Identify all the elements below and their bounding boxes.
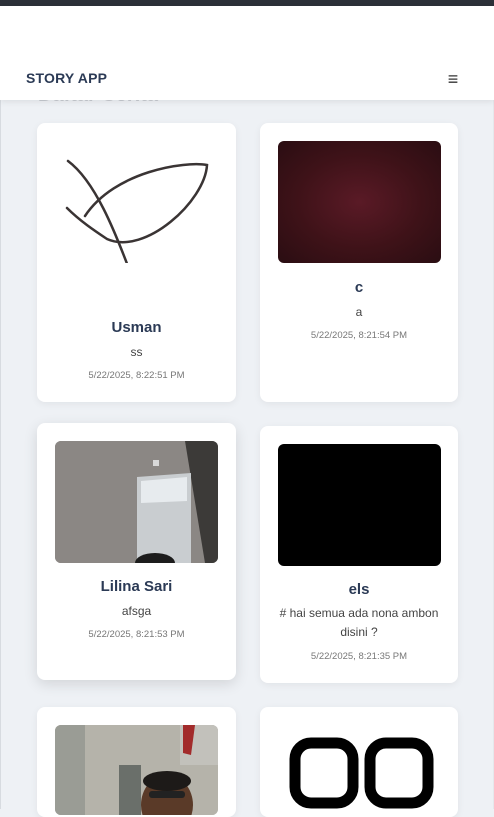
story-name: c: [354, 279, 364, 296]
left-edge: [0, 6, 1, 809]
story-image-els: [278, 444, 441, 566]
room-photo-icon: [55, 441, 218, 563]
story-date: 5/22/2025, 8:22:51 PM: [88, 370, 185, 381]
story-date: 5/22/2025, 8:21:35 PM: [310, 651, 408, 662]
story-image-lilina-sari: [55, 441, 218, 563]
signature-drawing-icon: [65, 159, 209, 263]
story-image-5: [55, 725, 218, 815]
hamburger-menu-icon[interactable]: ≡: [441, 67, 465, 91]
story-name: els: [348, 581, 370, 598]
story-image-usman: [55, 141, 218, 263]
story-description: a: [355, 305, 363, 319]
app-brand[interactable]: STORY APP: [26, 70, 107, 86]
app-header: STORY APP ≡: [0, 6, 494, 100]
story-card-lilina-sari[interactable]: Lilina Sari afsga 5/22/2025, 8:21:53 PM: [37, 423, 236, 680]
selfie-photo-icon: [55, 725, 218, 815]
story-date: 5/22/2025, 8:21:53 PM: [88, 629, 185, 640]
story-card-5[interactable]: [37, 707, 236, 817]
story-description: afsga: [121, 604, 152, 618]
story-card-usman[interactable]: Usman ss 5/22/2025, 8:22:51 PM: [37, 123, 236, 402]
story-name: Lilina Sari: [100, 578, 173, 595]
story-name: Usman: [111, 319, 162, 336]
story-description: ss: [130, 345, 143, 359]
story-image-c: [278, 141, 441, 263]
rounded-squares-drawing-icon: [289, 737, 434, 809]
story-card-els[interactable]: els # hai semua ada nona ambon disini ? …: [260, 426, 458, 683]
story-description: # hai semua ada nona ambon disini ?: [279, 606, 439, 639]
story-card-6[interactable]: [260, 707, 458, 817]
story-date: 5/22/2025, 8:21:54 PM: [310, 330, 408, 341]
story-image-6: [278, 725, 441, 815]
story-card-c[interactable]: c a 5/22/2025, 8:21:54 PM: [260, 123, 458, 402]
